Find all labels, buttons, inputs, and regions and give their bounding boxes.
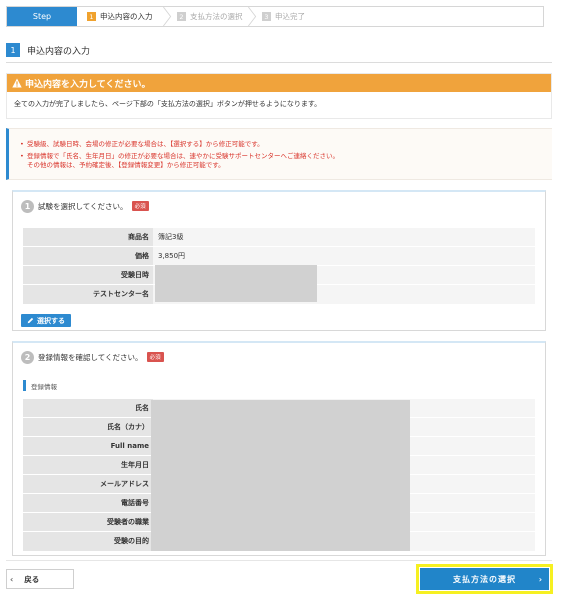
payment-button-label: 支払方法の選択: [453, 574, 516, 584]
registration-card: 2 登録情報を確認してください。 必須 登録情報 氏名 氏名（カナ） Full …: [12, 341, 546, 556]
section-title: 申込内容の入力: [27, 46, 91, 57]
row-key: Full name: [23, 436, 153, 456]
chevron-left-icon: ‹: [10, 574, 14, 584]
divider: [6, 62, 552, 63]
divider: [6, 560, 552, 561]
step-2: 2 支払方法の選択: [167, 7, 257, 26]
subheading-label: 登録情報: [31, 382, 57, 391]
card-title: 試験を選択してください。: [38, 201, 128, 211]
step-3-label: 申込完了: [275, 12, 305, 21]
card-title: 登録情報を確認してください。: [38, 352, 143, 362]
row-key: メールアドレス: [23, 474, 153, 494]
payment-method-button[interactable]: 支払方法の選択 ›: [420, 568, 549, 590]
notice-line-3: その他の情報は、予約確定後、【登録情報変更】から修正可能です。: [27, 161, 225, 169]
section-number: 1: [6, 43, 20, 57]
section-heading: 1 申込内容の入力: [6, 43, 90, 57]
row-key: テストセンター名: [23, 284, 153, 304]
warning-icon: [12, 78, 22, 88]
back-button[interactable]: ‹ 戻る: [6, 569, 74, 589]
row-key: 受験日時: [23, 265, 153, 285]
notice-box: 受験級、試験日時、会場の修正が必要な場合は、【選択する】から修正可能です。 登録…: [6, 128, 552, 180]
exam-select-card: 1 試験を選択してください。 必須 商品名 簿記3級 価格 3,850円 受験日…: [12, 190, 546, 331]
pencil-icon: [27, 317, 34, 324]
row-key: 受験の目的: [23, 531, 153, 551]
notice-line-2: 登録情報で「氏名、生年月日」の修正が必要な場合は、速やかに受験サポートセンターへ…: [20, 152, 552, 161]
step-3-number: 3: [262, 12, 271, 21]
row-value: 3,850円: [153, 246, 535, 266]
step-label: Step: [7, 7, 77, 26]
chevron-right-icon: ›: [538, 574, 543, 584]
row-key: 商品名: [23, 227, 153, 247]
step-1: 1 申込内容の入力: [77, 7, 172, 26]
row-key: 受験者の職業: [23, 512, 153, 532]
step-2-label: 支払方法の選択: [190, 12, 243, 21]
required-badge: 必須: [131, 201, 149, 211]
row-key: 氏名（カナ）: [23, 417, 153, 437]
warning-text: 全ての入力が完了しましたら、ページ下部の「支払方法の選択」ボタンが押せるようにな…: [14, 100, 322, 108]
redacted-block: [155, 265, 317, 302]
step-2-number: 2: [177, 12, 186, 21]
table-row: 商品名 簿記3級: [23, 227, 535, 247]
select-exam-button[interactable]: 選択する: [21, 314, 71, 327]
step-bar: Step 1 申込内容の入力 2 支払方法の選択 3 申込完了: [6, 6, 544, 27]
step-3: 3 申込完了: [252, 7, 322, 26]
row-value: 簿記3級: [153, 227, 535, 247]
table-row: 価格 3,850円: [23, 246, 535, 266]
notice-line-1: 受験級、試験日時、会場の修正が必要な場合は、【選択する】から修正可能です。: [20, 140, 552, 149]
row-key: 生年月日: [23, 455, 153, 475]
accent-bar: [23, 380, 26, 391]
redacted-block: [151, 400, 410, 551]
card-header: 1 試験を選択してください。 必須: [13, 192, 545, 220]
back-button-label: 戻る: [24, 574, 40, 584]
warning-title: 申込内容を入力してください。: [25, 79, 151, 90]
required-badge: 必須: [146, 352, 164, 362]
card-header: 2 登録情報を確認してください。 必須: [13, 343, 545, 371]
card-number: 2: [21, 350, 34, 364]
warning-title-bar: 申込内容を入力してください。: [7, 74, 551, 92]
select-button-label: 選択する: [37, 316, 65, 325]
row-key: 氏名: [23, 398, 153, 418]
row-key: 電話番号: [23, 493, 153, 513]
step-1-label: 申込内容の入力: [100, 12, 153, 21]
registration-subheading: 登録情報: [23, 380, 57, 391]
row-key: 価格: [23, 246, 153, 266]
warning-box: 申込内容を入力してください。 全ての入力が完了しましたら、ページ下部の「支払方法…: [6, 73, 552, 119]
step-1-number: 1: [87, 12, 96, 21]
card-number: 1: [21, 199, 34, 213]
